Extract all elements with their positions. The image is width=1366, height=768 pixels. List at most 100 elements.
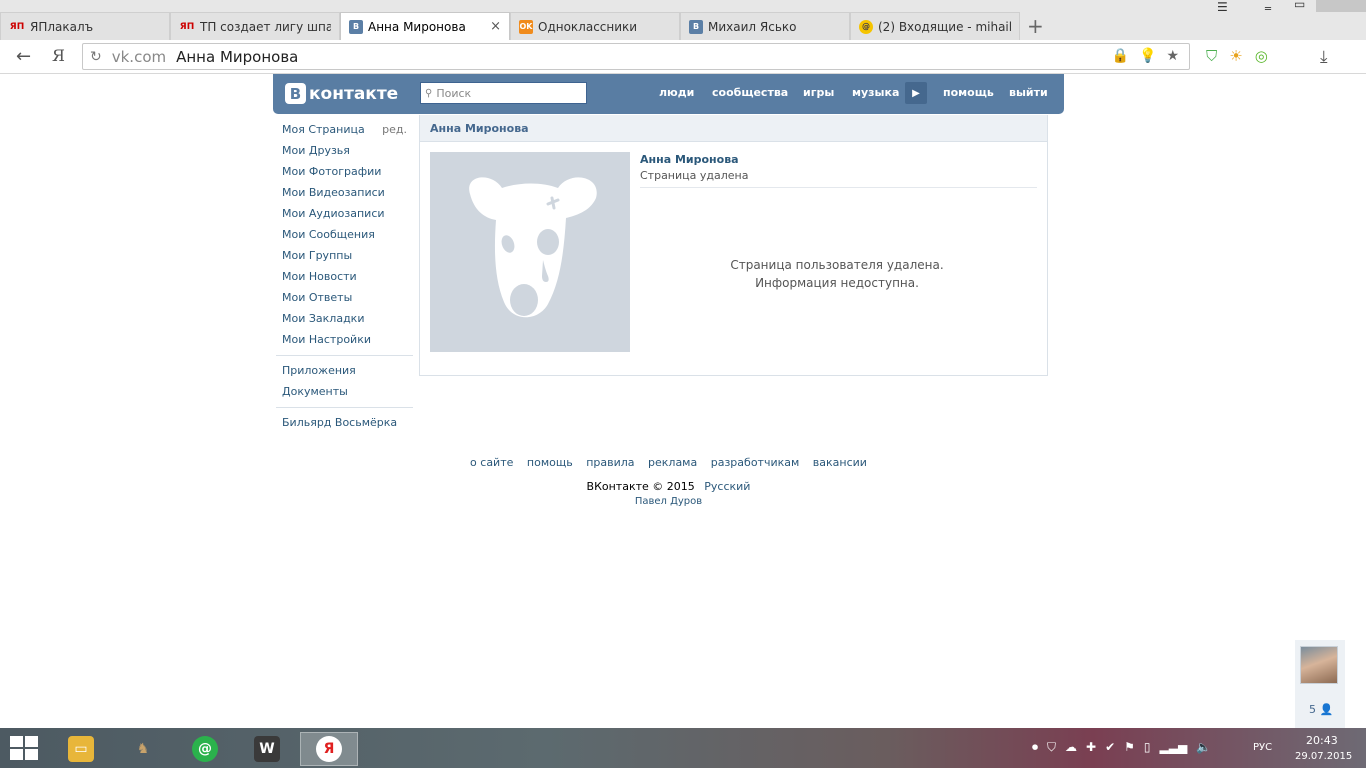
footer-link-developers[interactable]: разработчикам <box>711 456 800 469</box>
menu-my-news[interactable]: Мои Новости <box>276 268 413 289</box>
new-tab-icon[interactable]: + <box>1027 14 1044 38</box>
window-close-button[interactable] <box>1316 0 1366 12</box>
lightbulb-icon[interactable]: 💡 <box>1139 48 1156 64</box>
menu-my-groups[interactable]: Мои Группы <box>276 247 413 268</box>
system-tray: ⏺ ⛉ ☁ ✚ ✔ ⚑ ▯ ▂▃▅ 🔈 <box>1032 740 1211 755</box>
tab-mikhail-yasko[interactable]: B Михаил Ясько <box>680 12 850 40</box>
taskbar-game[interactable]: ♞ <box>114 732 172 766</box>
menu-my-videos[interactable]: Мои Видеозаписи <box>276 184 413 205</box>
tab-tp-liga[interactable]: ЯП ТП создает лигу шпа... <box>170 12 340 40</box>
menu-my-answers[interactable]: Мои Ответы <box>276 289 413 310</box>
tray-network-icon[interactable]: ▂▃▅ <box>1160 740 1188 755</box>
vk-favicon: B <box>349 19 363 34</box>
deleted-message: Страница пользователя удалена. Информаци… <box>640 256 1034 292</box>
menu-my-page[interactable]: Моя Страница ред. <box>276 121 413 142</box>
footer-link-rules[interactable]: правила <box>586 456 634 469</box>
tab-inbox[interactable]: @ (2) Входящие - mihail... <box>850 12 1020 40</box>
maximize-icon[interactable]: ▭ <box>1294 0 1305 11</box>
browser-navbar: ← Я ↻ vk.com Анна Миронова 🔒 💡 ★ ⛉ ☀ ◎ ⤓ <box>0 40 1366 74</box>
tray-shield-icon[interactable]: ⛉ <box>1047 740 1056 755</box>
rabbit-icon: ♞ <box>136 741 150 757</box>
tray-volume-icon[interactable]: 🔈 <box>1196 740 1211 755</box>
minimize-icon[interactable]: ‗ <box>1265 0 1271 10</box>
url-page-title: Анна Миронова <box>176 47 299 66</box>
input-language[interactable]: РУС <box>1253 742 1272 753</box>
play-icon[interactable]: ▶ <box>905 82 927 104</box>
nav-people[interactable]: люди <box>659 86 694 99</box>
weather-icon[interactable]: ☀ <box>1229 47 1242 65</box>
footer-link-help[interactable]: помощь <box>527 456 573 469</box>
menu-applications[interactable]: Приложения <box>276 362 413 383</box>
friends-count-value: 5 <box>1309 703 1316 716</box>
tab-odnoklassniki[interactable]: OK Одноклассники <box>510 12 680 40</box>
taskbar-wot[interactable]: W <box>238 732 296 766</box>
nav-help[interactable]: помощь <box>943 86 994 99</box>
deleted-message-line1: Страница пользователя удалена. <box>730 258 944 272</box>
taskbar-yandex-browser[interactable]: Я <box>300 732 358 766</box>
footer-author[interactable]: Павел Дуров <box>273 496 1064 507</box>
tab-label: ЯПлакалъ <box>30 19 94 34</box>
tab-yaplakal[interactable]: ЯП ЯПлакалъ <box>0 12 170 40</box>
taskbar-agent[interactable]: @ <box>176 732 234 766</box>
friend-avatar[interactable] <box>1300 646 1338 684</box>
vk-logo[interactable]: B контакте <box>285 83 398 104</box>
vk-logo-icon: B <box>285 83 306 104</box>
menu-documents[interactable]: Документы <box>276 383 413 404</box>
lock-icon[interactable]: 🔒 <box>1112 48 1129 64</box>
download-icon[interactable]: ⤓ <box>1320 47 1328 67</box>
nav-communities[interactable]: сообщества <box>712 86 788 99</box>
nav-logout[interactable]: выйти <box>1009 86 1048 99</box>
folder-icon: ▭ <box>68 736 94 762</box>
vk-search-input[interactable] <box>436 86 577 100</box>
tray-record-icon[interactable]: ⏺ <box>1032 740 1038 755</box>
tab-label: ТП создает лигу шпа... <box>200 19 331 34</box>
menu-my-photos[interactable]: Мои Фотографии <box>276 163 413 184</box>
clock-time[interactable]: 20:43 <box>1306 734 1338 747</box>
friends-online-widget[interactable]: 5 👤 <box>1295 640 1345 730</box>
language-link[interactable]: Русский <box>704 480 750 493</box>
search-icon: ⚲ <box>425 87 433 99</box>
tab-label: (2) Входящие - mihail... <box>878 19 1011 34</box>
clock-date[interactable]: 29.07.2015 <box>1295 751 1352 762</box>
menu-my-messages[interactable]: Мои Сообщения <box>276 226 413 247</box>
tab-anna-mironova[interactable]: B Анна Миронова × <box>340 12 510 40</box>
taskbar-explorer[interactable]: ▭ <box>52 732 110 766</box>
vk-favicon: B <box>689 19 703 34</box>
user-icon: 👤 <box>1319 703 1334 716</box>
tray-battery-icon[interactable]: ▯ <box>1144 740 1151 755</box>
address-bar[interactable]: ↻ vk.com Анна Миронова 🔒 💡 ★ <box>82 43 1190 70</box>
menu-my-audio[interactable]: Мои Аудиозаписи <box>276 205 413 226</box>
yaplakal-favicon: ЯП <box>9 21 25 32</box>
refresh-extension-icon[interactable]: ◎ <box>1255 47 1268 65</box>
menu-app-billiards[interactable]: Бильярд Восьмёрка <box>276 414 413 435</box>
windows-start-icon[interactable] <box>10 736 38 760</box>
yandex-icon[interactable]: Я <box>52 46 65 65</box>
tab-label: Анна Миронова <box>368 19 466 34</box>
left-menu: Моя Страница ред. Мои Друзья Мои Фотогра… <box>276 121 413 435</box>
back-arrow-icon[interactable]: ← <box>16 46 31 67</box>
profile-status: Страница удалена <box>640 169 749 182</box>
tray-check-icon[interactable]: ✔ <box>1105 740 1115 755</box>
tray-cloud-icon[interactable]: ☁ <box>1065 740 1077 755</box>
reload-icon[interactable]: ↻ <box>90 49 102 65</box>
nav-games[interactable]: игры <box>803 86 834 99</box>
menu-icon[interactable]: ☰ <box>1217 0 1228 14</box>
menu-my-bookmarks[interactable]: Мои Закладки <box>276 310 413 331</box>
tab-close-icon[interactable]: × <box>484 19 501 34</box>
tray-plus-icon[interactable]: ✚ <box>1086 740 1096 755</box>
tray-flag-icon[interactable]: ⚑ <box>1124 740 1135 755</box>
shield-icon[interactable]: ⛉ <box>1206 47 1217 65</box>
menu-my-settings[interactable]: Мои Настройки <box>276 331 413 352</box>
profile-name[interactable]: Анна Миронова <box>640 153 739 166</box>
browser-tabstrip: ЯП ЯПлакалъ ЯП ТП создает лигу шпа... B … <box>0 0 1366 40</box>
footer-link-ads[interactable]: реклама <box>648 456 697 469</box>
profile-divider <box>640 187 1037 188</box>
mail-agent-icon: @ <box>192 736 218 762</box>
menu-my-friends[interactable]: Мои Друзья <box>276 142 413 163</box>
star-icon[interactable]: ★ <box>1166 48 1179 64</box>
nav-music[interactable]: музыка <box>852 86 899 99</box>
edit-link[interactable]: ред. <box>382 121 407 139</box>
footer-link-jobs[interactable]: вакансии <box>813 456 867 469</box>
footer-link-about[interactable]: о сайте <box>470 456 513 469</box>
ok-favicon: OK <box>519 19 533 34</box>
